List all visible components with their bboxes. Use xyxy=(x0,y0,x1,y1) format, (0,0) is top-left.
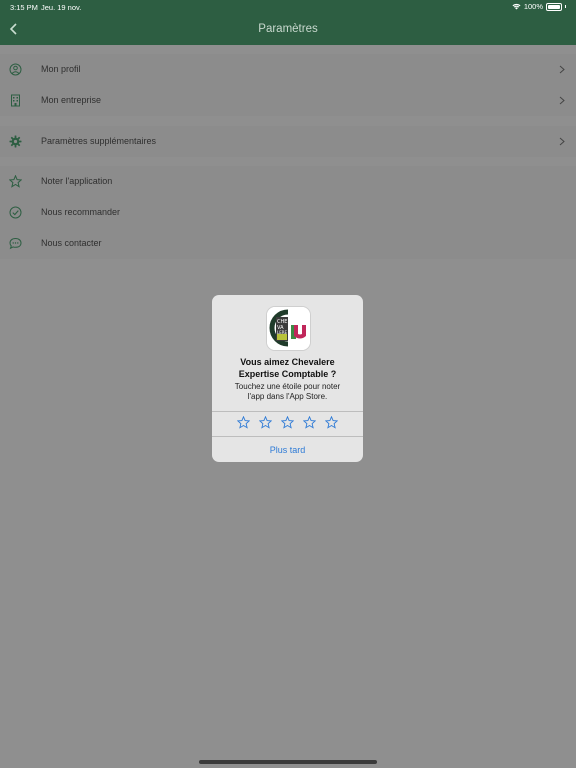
menu-item-extra-settings-label: Paramètres supplémentaires xyxy=(41,136,157,146)
menu-item-recommend[interactable]: Nous recommander xyxy=(0,197,576,228)
chevron-right-icon xyxy=(559,137,565,146)
settings-group-account: Mon profil Mon entreprise xyxy=(0,54,576,116)
rating-star-2-icon[interactable] xyxy=(259,416,272,429)
building-icon xyxy=(11,94,20,107)
wifi-icon xyxy=(512,3,521,10)
status-right: 100% xyxy=(512,2,566,11)
menu-item-rate-app-label: Noter l'application xyxy=(41,176,113,186)
dialog-divider xyxy=(212,411,363,412)
menu-item-recommend-label: Nous recommander xyxy=(41,207,121,217)
dialog-title-line1: Vous aimez Chevalere xyxy=(240,357,335,367)
menu-item-profile-label: Mon profil xyxy=(41,64,81,74)
dialog-message-line1: Touchez une étoile pour noter xyxy=(234,382,341,391)
star-rating xyxy=(212,416,363,432)
menu-item-company-label: Mon entreprise xyxy=(41,95,102,105)
settings-group-app: Noter l'application Nous recommander Nou… xyxy=(0,166,576,259)
battery-icon xyxy=(546,2,562,11)
check-circle-icon xyxy=(9,206,22,219)
dialog-title-line2: Expertise Comptable ? xyxy=(238,369,337,379)
settings-group-extra: Paramètres supplémentaires xyxy=(0,126,576,157)
menu-item-extra-settings[interactable]: Paramètres supplémentaires xyxy=(0,126,576,157)
rating-star-3-icon[interactable] xyxy=(281,416,294,429)
gear-icon xyxy=(9,135,22,148)
status-bar: 3:15 PM Jeu. 19 nov. 100% xyxy=(0,0,576,14)
menu-item-profile[interactable]: Mon profil xyxy=(0,54,576,85)
status-time: 3:15 PM xyxy=(10,3,38,12)
chevron-right-icon xyxy=(559,65,565,74)
dialog-divider xyxy=(212,436,363,437)
chevron-right-icon xyxy=(559,96,565,105)
battery-tip xyxy=(565,5,566,8)
rating-dialog: CHE VA LERE Vous aimez Chevalere Experti… xyxy=(212,295,363,462)
dialog-message-line2: l'app dans l'App Store. xyxy=(247,392,328,401)
battery-percent: 100% xyxy=(523,2,543,11)
dialog-title: Vous aimez Chevalere Expertise Comptable… xyxy=(220,356,355,380)
rating-star-5-icon[interactable] xyxy=(325,416,338,429)
chat-bubble-icon xyxy=(9,237,22,250)
menu-item-rate-app[interactable]: Noter l'application xyxy=(0,166,576,197)
home-indicator[interactable] xyxy=(199,760,377,764)
menu-item-contact[interactable]: Nous contacter xyxy=(0,228,576,259)
menu-item-company[interactable]: Mon entreprise xyxy=(0,85,576,116)
rating-star-1-icon[interactable] xyxy=(237,416,250,429)
dialog-message: Touchez une étoile pour noter l'app dans… xyxy=(220,382,355,402)
app-logo-graphic: CHE VA LERE xyxy=(267,307,310,350)
navigation-bar: Paramètres xyxy=(0,14,576,45)
star-outline-icon xyxy=(9,175,22,188)
page-title: Paramètres xyxy=(258,23,318,35)
svg-text:LERE: LERE xyxy=(277,330,288,335)
later-button[interactable]: Plus tard xyxy=(212,445,363,455)
app-logo: CHE VA LERE xyxy=(266,306,311,351)
status-date: Jeu. 19 nov. xyxy=(41,3,82,12)
menu-item-contact-label: Nous contacter xyxy=(41,238,102,248)
user-circle-icon xyxy=(9,63,22,76)
rating-star-4-icon[interactable] xyxy=(303,416,316,429)
